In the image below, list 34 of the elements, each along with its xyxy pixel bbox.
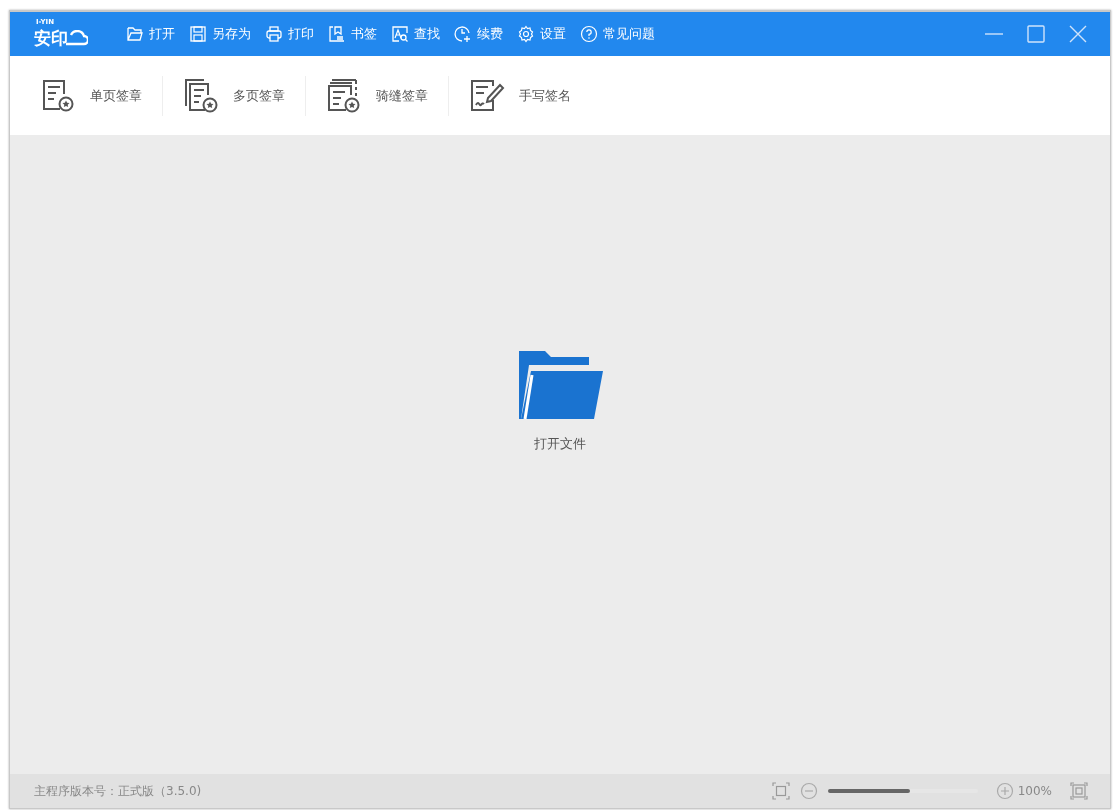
actual-size-icon[interactable]	[1070, 782, 1088, 800]
clock-plus-icon	[454, 25, 472, 43]
toolbar-button[interactable]: 多页签章	[177, 70, 291, 121]
menu-item[interactable]: 打印	[265, 25, 314, 43]
close-icon[interactable]	[1068, 24, 1088, 44]
settings-icon	[517, 25, 535, 43]
documents-seal-icon	[183, 77, 219, 114]
document-seal-icon	[40, 77, 76, 114]
search-icon	[391, 25, 409, 43]
toolbar-button[interactable]: 手写签名	[463, 70, 577, 121]
menu-item[interactable]: 另存为	[189, 25, 251, 43]
version-text: 主程序版本号：正式版（3.5.0)	[34, 782, 203, 800]
menu-item[interactable]: 查找	[391, 25, 440, 43]
folder-icon	[126, 25, 144, 43]
menu-item[interactable]: 常见问题	[580, 25, 655, 43]
zoom-percent: 100%	[1017, 784, 1052, 798]
toolbar-button[interactable]: 骑缝签章	[320, 70, 434, 121]
save-icon	[189, 25, 207, 43]
menu-item[interactable]: 书签	[328, 25, 377, 43]
fit-page-icon[interactable]	[771, 782, 790, 800]
zoom-in-icon[interactable]	[995, 782, 1014, 800]
zoom-out-icon[interactable]	[799, 782, 818, 800]
open-file-button[interactable]: 打开文件	[517, 347, 603, 453]
maximize-icon[interactable]	[1026, 24, 1046, 44]
zoom-slider[interactable]	[827, 789, 978, 793]
printer-icon	[265, 25, 283, 43]
stacked-documents-seal-icon	[326, 77, 362, 114]
toolbar-button[interactable]: 单页签章	[34, 70, 148, 121]
menu-item[interactable]: 设置	[517, 25, 566, 43]
help-icon	[580, 25, 598, 43]
menu-item[interactable]: 续费	[454, 25, 503, 43]
document-pen-icon	[469, 77, 505, 114]
bookmark-icon	[328, 25, 346, 43]
menu-item[interactable]: 打开	[126, 25, 175, 43]
